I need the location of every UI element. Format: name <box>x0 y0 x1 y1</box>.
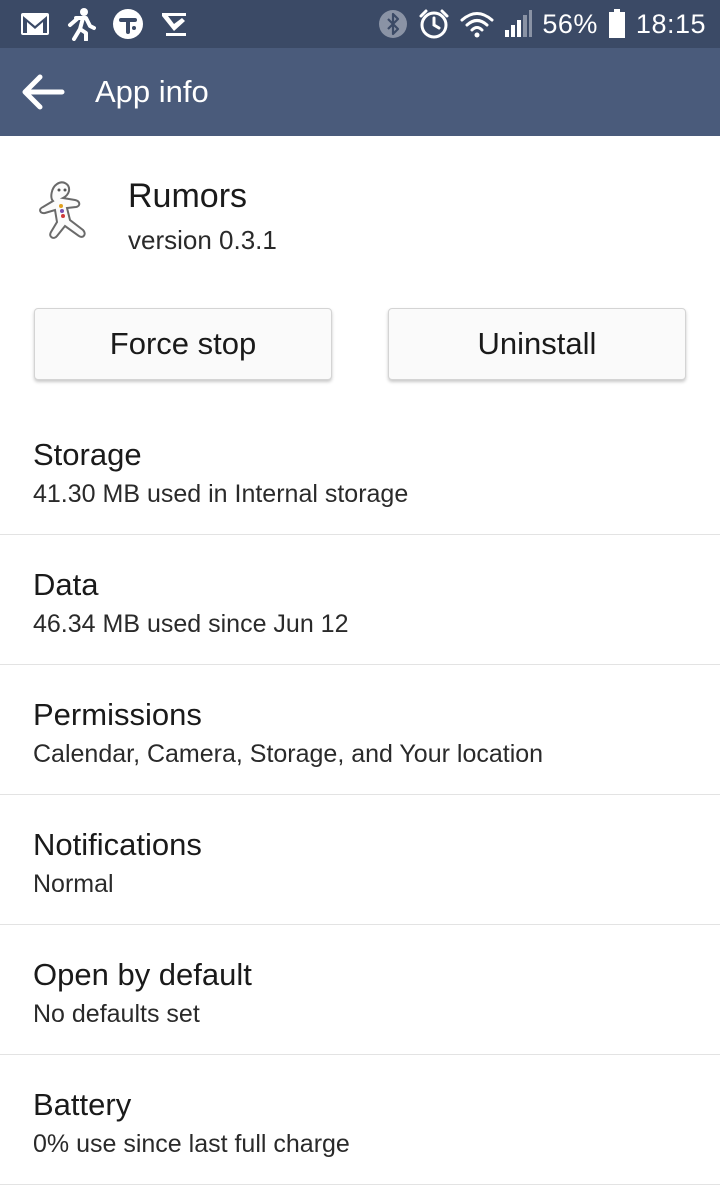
list-item-title: Storage <box>33 437 142 472</box>
list-item-subtitle: 46.34 MB used since Jun 12 <box>33 610 349 638</box>
back-button[interactable] <box>20 72 66 112</box>
list-item-title: Permissions <box>33 697 202 732</box>
list-item-subtitle: 41.30 MB used in Internal storage <box>33 480 409 508</box>
wifi-icon <box>460 10 494 38</box>
list-item-notifications[interactable]: Notifications Normal <box>0 795 720 925</box>
alarm-icon <box>418 8 450 40</box>
list-item-title: Open by default <box>33 957 252 992</box>
list-item-title: Battery <box>33 1087 132 1122</box>
clock: 18:15 <box>635 8 706 39</box>
app-bar: App info <box>0 48 720 136</box>
list-item-title: Data <box>33 567 99 602</box>
gingerbread-man-icon <box>33 180 93 246</box>
status-bar: 56% 18:15 <box>0 0 720 48</box>
back-arrow-icon <box>22 74 65 110</box>
list-item-permissions[interactable]: Permissions Calendar, Camera, Storage, a… <box>0 665 720 795</box>
battery-icon <box>608 9 626 39</box>
list-item-battery[interactable]: Battery 0% use since last full charge <box>0 1055 720 1185</box>
list-item-subtitle: Normal <box>33 870 114 898</box>
force-stop-button[interactable]: Force stop <box>34 308 332 380</box>
check-app-icon <box>160 10 188 38</box>
bluetooth-icon <box>378 9 408 39</box>
list-item-subtitle: Calendar, Camera, Storage, and Your loca… <box>33 740 544 768</box>
system-indicators: 56% 18:15 <box>378 7 706 41</box>
list-item-subtitle: No defaults set <box>33 1000 200 1028</box>
signal-icon <box>504 10 533 38</box>
notification-icons <box>20 7 188 41</box>
app-version: version 0.3.1 <box>128 225 277 255</box>
app-settings-list: Storage 41.30 MB used in Internal storag… <box>0 405 720 1185</box>
list-item-title: Notifications <box>33 827 202 862</box>
list-item-subtitle: 0% use since last full charge <box>33 1130 350 1158</box>
uninstall-button[interactable]: Uninstall <box>388 308 686 380</box>
gmail-icon <box>20 12 50 36</box>
app-name: Rumors <box>128 177 248 215</box>
list-item-storage[interactable]: Storage 41.30 MB used in Internal storag… <box>0 405 720 535</box>
page-title: App info <box>95 74 209 109</box>
t-app-icon <box>112 8 144 40</box>
list-item-open-by-default[interactable]: Open by default No defaults set <box>0 925 720 1055</box>
list-item-data[interactable]: Data 46.34 MB used since Jun 12 <box>0 535 720 665</box>
activity-icon <box>66 7 96 41</box>
battery-percent: 56% <box>542 8 598 39</box>
